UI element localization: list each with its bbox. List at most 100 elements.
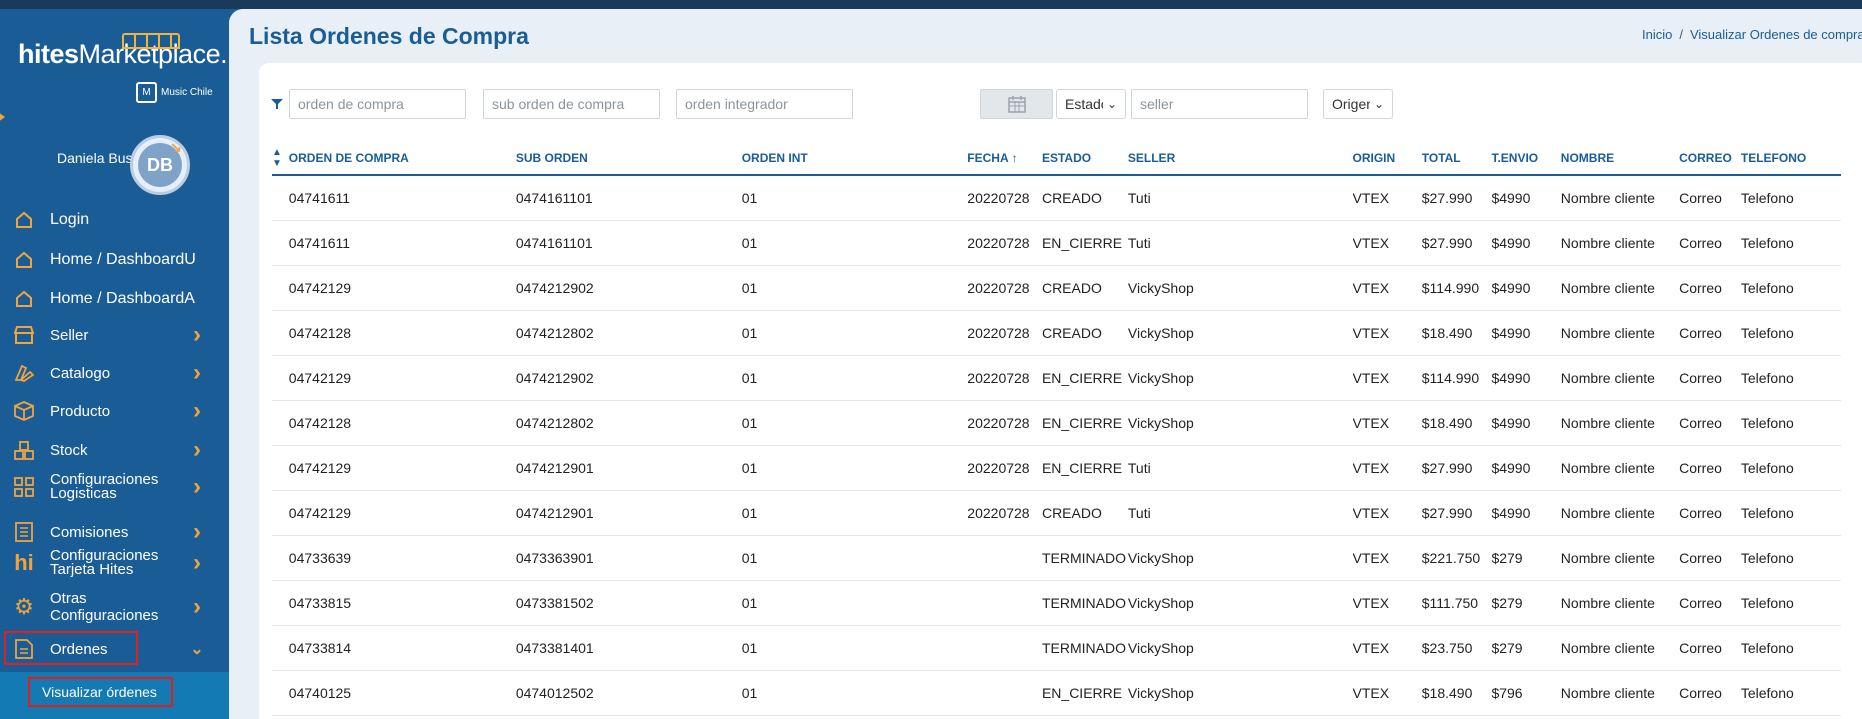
cell-correo: Correo	[1679, 400, 1741, 446]
table-row[interactable]: 04741611 0474161101 01 20220728 EN_CIERRE Tut…	[272, 220, 1841, 266]
column-header-estado[interactable]: ESTADO	[1041, 141, 1128, 176]
column-header-correo[interactable]: CORREO	[1679, 141, 1741, 176]
cell-total: $114.990	[1421, 355, 1492, 401]
sidebar-item-configuraciones-logisticas[interactable]: Configuraciones Logisticas ›	[0, 470, 229, 504]
seller-filter-input[interactable]	[1131, 89, 1308, 119]
cell-telefono: Telefono	[1740, 535, 1841, 581]
breadcrumb-current: Visualizar Ordenes de compra	[1689, 27, 1862, 42]
table-row[interactable]: 04733814 0473381401 01 TERMINADO VickyShop VT…	[272, 625, 1841, 671]
cell-telefono: Telefono	[1740, 220, 1841, 266]
hi-icon: hi	[14, 550, 34, 575]
sidebar-item-stock[interactable]: Stock ›	[0, 433, 229, 467]
cell-sub-orden: 0474212901	[515, 445, 742, 491]
cell-orden-int: 01	[741, 625, 968, 671]
chevron-right-icon[interactable]: ›	[187, 549, 207, 577]
cell-fecha: 20220728	[967, 220, 1042, 266]
chevron-right-icon[interactable]: ›	[187, 593, 207, 621]
origin-select-value: Origen	[1332, 96, 1370, 112]
cell-orden-compra: 04742128	[288, 400, 516, 446]
table-row[interactable]: 04742129 0474212902 01 20220728 CREADO VickyS…	[272, 265, 1841, 311]
sidebar-item-seller[interactable]: Seller ›	[0, 318, 229, 352]
chevron-down-icon[interactable]: ⌄	[187, 639, 207, 659]
ledger-icon	[12, 520, 36, 544]
column-header-orden-compra[interactable]: ORDEN DE COMPRA	[288, 141, 516, 176]
sidebar-item-comisiones[interactable]: Comisiones ›	[0, 515, 229, 549]
table-row[interactable]: 04733815 0473381502 01 TERMINADO VickyShop VT…	[272, 580, 1841, 626]
table-row[interactable]: 04740125 0474012502 01 EN_CIERRE VickyShop VT…	[272, 670, 1841, 716]
sort-ascending-icon[interactable]: ↑	[1012, 151, 1018, 165]
cell-origin: VTEX	[1352, 175, 1422, 221]
breadcrumb-inicio[interactable]: Inicio	[1642, 27, 1672, 42]
column-header-total[interactable]: TOTAL	[1421, 141, 1492, 176]
table-row[interactable]: 04742129 0474212902 01 20220728 EN_CIERRE Vic…	[272, 355, 1841, 401]
chevron-right-icon[interactable]: ›	[187, 436, 207, 464]
column-header-t-envio[interactable]: T.ENVIO	[1491, 141, 1561, 176]
row-spacer	[272, 580, 289, 626]
origin-select[interactable]: Origen ⌄	[1323, 89, 1393, 119]
cell-orden-compra: 04733639	[288, 535, 516, 581]
cell-total: $27.990	[1421, 445, 1492, 491]
table-row[interactable]: 04742129 0474212901 01 20220728 EN_CIERRE Tut…	[272, 445, 1841, 491]
cell-correo: Correo	[1679, 220, 1741, 266]
cell-orden-int: 01	[741, 490, 968, 536]
sidebar-item-configuraciones-tarjeta-hites[interactable]: hi Configuraciones Tarjeta Hites ›	[0, 546, 229, 580]
avatar-chevron-icon[interactable]: ↘	[170, 139, 182, 156]
row-spacer	[272, 310, 289, 356]
cell-estado: CREADO	[1041, 490, 1128, 536]
sub-orden-filter-input[interactable]	[483, 89, 660, 119]
cell-sub-orden: 0474012502	[515, 670, 742, 716]
table-row[interactable]: 04742128 0474212802 01 20220728 EN_CIERRE Vic…	[272, 400, 1841, 446]
column-header-orden-int[interactable]: ORDEN INT	[741, 141, 968, 176]
orden-compra-filter-input[interactable]	[289, 89, 466, 119]
orden-integrador-filter-input[interactable]	[676, 89, 853, 119]
cell-estado: CREADO	[1041, 175, 1128, 221]
hites-marketplace-logo[interactable]: hitesMarketplace.	[18, 23, 228, 70]
chevron-right-icon[interactable]: ›	[187, 473, 207, 501]
cell-seller: VickyShop	[1127, 625, 1353, 671]
cell-total: $18.490	[1421, 670, 1492, 716]
chevron-right-icon[interactable]: ›	[187, 321, 207, 349]
column-header-nombre[interactable]: NOMBRE	[1560, 141, 1680, 176]
column-header-fecha[interactable]: FECHA ↑	[967, 141, 1042, 176]
cell-sub-orden: 0474212902	[515, 355, 742, 401]
table-row[interactable]: 04742128 0474212802 01 20220728 CREADO VickyS…	[272, 310, 1841, 356]
sidebar-item-label: Configuraciones Logisticas	[50, 471, 159, 502]
sidebar-item-login[interactable]: Login	[0, 203, 229, 237]
cell-estado: TERMINADO	[1041, 625, 1128, 671]
sidebar-item-label: Comisiones	[50, 523, 129, 541]
cell-fecha: 20220728	[967, 445, 1042, 491]
table-row[interactable]: 04733639 0473363901 01 TERMINADO VickyShop VT…	[272, 535, 1841, 581]
logo-bold-text: hites	[18, 39, 79, 69]
cell-orden-compra: 04733815	[288, 580, 516, 626]
cell-fecha: 20220728	[967, 175, 1042, 221]
table-row[interactable]: 04742129 0474212901 01 20220728 CREADO Tuti VT…	[272, 490, 1841, 536]
sidebar-item-home-dashboardu[interactable]: Home / DashboardU	[0, 243, 229, 277]
cell-estado: EN_CIERRE	[1041, 400, 1128, 446]
estado-select[interactable]: Estado ⌄	[1056, 89, 1126, 119]
table-row[interactable]: 04741611 0474161101 01 20220728 CREADO Tuti VT…	[272, 175, 1841, 221]
column-header-seller[interactable]: SELLER	[1127, 141, 1353, 176]
sort-icon[interactable]: ▲ ▼	[272, 141, 289, 176]
column-header-telefono[interactable]: TELEFONO	[1740, 141, 1841, 176]
cell-estado: TERMINADO	[1041, 580, 1128, 626]
sidebar-item-catalogo[interactable]: Catalogo ›	[0, 356, 229, 390]
cell-orden-compra: 04742129	[288, 355, 516, 401]
gear-icon: ⚙	[14, 594, 34, 619]
collapse-arrow-icon[interactable]	[0, 112, 5, 122]
cell-orden-int: 01	[741, 445, 968, 491]
cell-seller: Tuti	[1127, 220, 1353, 266]
sidebar-item-label: Home / DashboardU	[50, 251, 196, 268]
sidebar-item-producto[interactable]: Producto ›	[0, 394, 229, 428]
cell-seller: VickyShop	[1127, 580, 1353, 626]
sidebar-item-home-dashboarda[interactable]: Home / DashboardA	[0, 282, 229, 316]
sidebar-item-otras-configuraciones[interactable]: ⚙ Otras Configuraciones ›	[0, 590, 229, 624]
cell-estado: EN_CIERRE	[1041, 355, 1128, 401]
column-header-origin[interactable]: ORIGIN	[1352, 141, 1422, 176]
sidebar-item-visualizar-ordenes[interactable]: Visualizar órdenes	[42, 684, 157, 700]
home-icon	[12, 208, 36, 232]
chevron-right-icon[interactable]: ›	[187, 518, 207, 546]
column-header-sub-orden[interactable]: SUB ORDEN	[515, 141, 742, 176]
date-picker-button[interactable]	[980, 89, 1053, 119]
chevron-right-icon[interactable]: ›	[187, 359, 207, 387]
chevron-right-icon[interactable]: ›	[187, 397, 207, 425]
